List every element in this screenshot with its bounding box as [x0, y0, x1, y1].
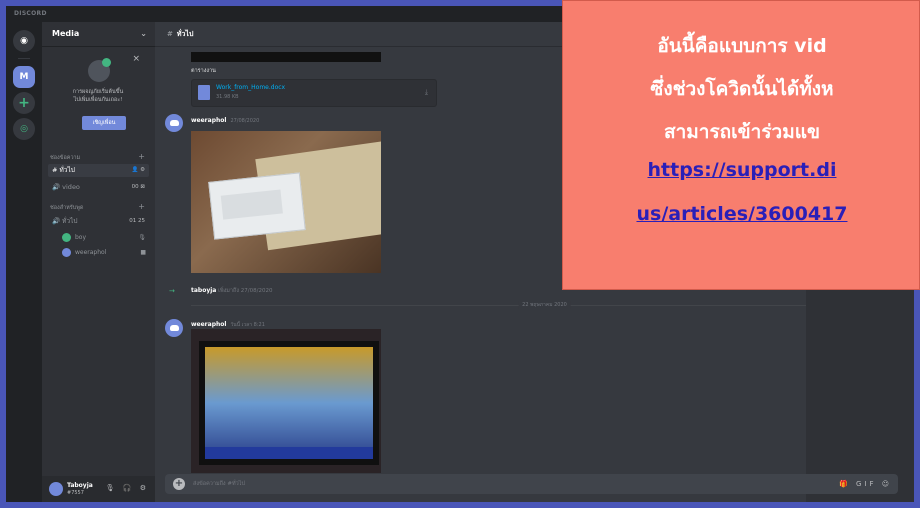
avatar [62, 233, 71, 242]
file-attachment[interactable]: Work_from_Home.docx 31.98 KB ⤓ [191, 79, 437, 107]
rail-separator [18, 58, 30, 59]
arrow-right-icon: → [169, 287, 175, 295]
channel-label: # ทั่วไป [52, 166, 75, 174]
server-name: Media [52, 29, 80, 38]
channel-sidebar: Media ⌄ × การผจญภัยเริ่มต้นขึ้น ไปเพิ่มเ… [42, 22, 155, 502]
note-link-1[interactable]: https://support.di [563, 159, 920, 181]
message-timestamp: วันนี้ เวลา 8:21 [230, 322, 265, 328]
join-message: taboyja เพิ่งมาถึง 27/08/2020 [191, 287, 272, 295]
image-attachment-tv[interactable] [191, 329, 381, 473]
attachment-label: ตารางงาน [191, 68, 216, 74]
server-header[interactable]: Media ⌄ [42, 22, 155, 47]
server-media-icon[interactable]: M [13, 66, 35, 88]
note-line-1: อันนี้คือแบบการ vid [657, 35, 827, 57]
package-shape [208, 172, 306, 240]
channel-title: ทั่วไป [176, 30, 194, 38]
download-icon[interactable]: ⤓ [425, 88, 428, 97]
invite-text-line2: ไปเพิ่มเพื่อนกันเถอะ! [73, 97, 123, 103]
note-line-3: สามารถเข้าร่วมแข [664, 121, 820, 143]
invite-illustration [88, 58, 111, 82]
divider-date: 22 พฤษภาคม 2020 [518, 301, 571, 309]
file-name-link[interactable]: Work_from_Home.docx [216, 84, 285, 91]
join-user[interactable]: taboyja [191, 287, 216, 294]
invite-text: การผจญภัยเริ่มต้นขึ้น ไปเพิ่มเพื่อนกันเถ… [52, 88, 144, 104]
channel-user-count: 00 ⊠ [131, 184, 145, 190]
message-header: weeraphol วันนี้ เวลา 8:21 [191, 321, 265, 329]
voice-user-name: boy [75, 234, 87, 241]
add-server-icon[interactable]: + [13, 92, 35, 114]
avatar[interactable] [165, 319, 183, 337]
hash-icon: # [167, 30, 173, 38]
composer-icons[interactable]: 🎁 GIF ☺ [839, 474, 892, 494]
voice-user-weeraphol[interactable]: weeraphol ■ [62, 247, 148, 258]
message-timestamp: 27/08/2020 [230, 118, 260, 124]
server-rail: ◉ M + ◎ [6, 22, 42, 502]
note-line-2: ซึ่งช่วงโควิดนั้นได้ทั้งห [650, 78, 834, 100]
note-link-2[interactable]: us/articles/3600417 [563, 203, 920, 225]
add-channel-icon[interactable]: + [138, 202, 145, 211]
chevron-down-icon: ⌄ [140, 29, 147, 38]
channel-label: 🔊 ทั่วไป [52, 217, 78, 225]
invite-text-line1: การผจญภัยเริ่มต้นขึ้น [72, 89, 124, 95]
username: Taboyja [67, 482, 93, 489]
muted-icon: 🎙 [138, 234, 146, 241]
category-text-channels[interactable]: ช่องข้อความ + [50, 152, 147, 162]
user-tag: #7557 [67, 490, 84, 496]
channel-user-count: 01 25 [129, 218, 145, 224]
user-controls-icons[interactable]: 🎙 🎧 ⚙ [106, 484, 149, 492]
image-attachment-envelope[interactable] [191, 131, 381, 273]
voice-user-boy[interactable]: boy 🎙 [62, 232, 148, 243]
upload-plus-icon[interactable]: + [173, 478, 185, 490]
add-channel-icon[interactable]: + [138, 152, 145, 161]
avatar [62, 248, 71, 257]
file-size: 31.98 KB [216, 94, 239, 100]
avatar[interactable] [49, 482, 63, 496]
message-composer[interactable]: + ส่งข้อความถึง #ทั่วไป 🎁 GIF ☺ [165, 474, 898, 494]
document-icon [198, 85, 210, 100]
explore-servers-icon[interactable]: ◎ [13, 118, 35, 140]
voice-user-name: weeraphol [75, 249, 107, 256]
category-voice-channels[interactable]: ช่องสำหรับพูด + [50, 202, 147, 212]
close-icon[interactable]: × [132, 54, 140, 64]
message-header: weeraphol 27/08/2020 [191, 117, 259, 124]
tv-caption-strip [205, 447, 373, 459]
message-input[interactable]: ส่งข้อความถึง #ทั่วไป [193, 474, 245, 494]
redacted-bar [191, 52, 381, 62]
invite-card: × การผจญภัยเริ่มต้นขึ้น ไปเพิ่มเพื่อนกัน… [52, 54, 144, 138]
channel-label: 🔊 video [52, 183, 80, 191]
join-action: เพิ่งมาถึง [218, 288, 240, 294]
join-timestamp: 27/08/2020 [240, 288, 273, 294]
category-label: ช่องข้อความ [50, 155, 81, 161]
home-discord-icon[interactable]: ◉ [13, 30, 35, 52]
annotation-note: อันนี้คือแบบการ vid ซึ่งช่วงโควิดนั้นได้… [562, 0, 920, 290]
camera-icon: ■ [140, 249, 146, 256]
tv-screen [205, 347, 373, 459]
invite-friends-button[interactable]: เชิญเพื่อน [82, 116, 126, 130]
category-label: ช่องสำหรับพูด [50, 205, 84, 211]
channel-general-voice[interactable]: 🔊 ทั่วไป 01 25 [48, 215, 149, 228]
channel-settings-icon[interactable]: 👤 ⚙ [131, 164, 145, 177]
avatar[interactable] [165, 114, 183, 132]
channel-general-text[interactable]: # ทั่วไป 👤 ⚙ [48, 164, 149, 177]
message-author[interactable]: weeraphol [191, 117, 226, 124]
message-author[interactable]: weeraphol [191, 321, 226, 328]
date-divider: 22 พฤษภาคม 2020 [191, 301, 898, 309]
user-panel: Taboyja #7557 🎙 🎧 ⚙ [42, 476, 155, 502]
channel-video-voice[interactable]: 🔊 video 00 ⊠ [48, 181, 149, 194]
